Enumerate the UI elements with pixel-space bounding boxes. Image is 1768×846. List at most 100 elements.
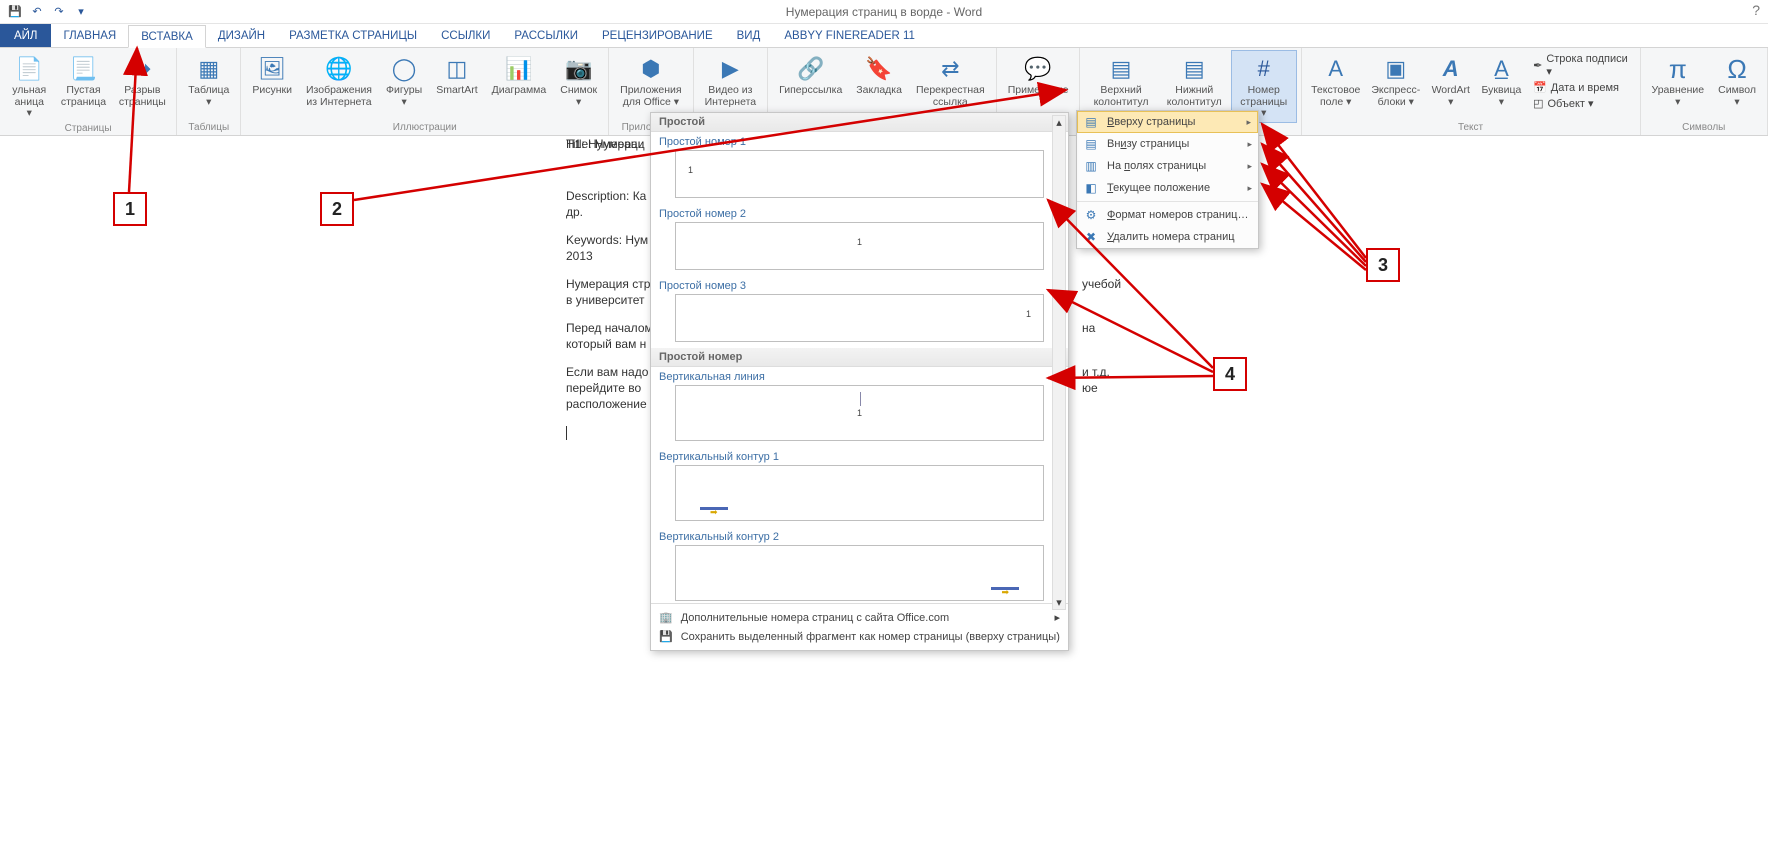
- page-top-icon: ▤: [1083, 114, 1099, 130]
- gallery-preview-2[interactable]: 1: [675, 222, 1044, 270]
- gallery-item-label: Вертикальный контур 1: [651, 447, 1068, 465]
- format-icon: ⚙: [1083, 207, 1099, 223]
- tab-mailings[interactable]: РАССЫЛКИ: [502, 24, 590, 47]
- online-pictures-button[interactable]: 🌐Изображения из Интернета: [299, 50, 379, 111]
- gallery-preview-vk2[interactable]: ➡: [675, 545, 1044, 601]
- menu-top-of-page[interactable]: ▤Вверху страницы▸: [1077, 111, 1258, 133]
- smartart-button[interactable]: ◫SmartArt: [429, 50, 484, 111]
- gallery-preview-vk1[interactable]: ➡: [675, 465, 1044, 521]
- chart-button[interactable]: 📊Диаграмма: [485, 50, 554, 111]
- doc-text: Нумерация стр: [566, 276, 650, 293]
- quickparts-button[interactable]: ▣Экспресс- блоки ▾: [1366, 50, 1426, 113]
- doc-text: расположение: [566, 396, 647, 413]
- gallery-header-simple2: Простой номер: [651, 348, 1068, 367]
- page-number-menu: ▤Вверху страницы▸ ▤Внизу страницы▸ ▥На п…: [1076, 110, 1259, 249]
- gallery-more-office[interactable]: 🏢Дополнительные номера страниц с сайта O…: [651, 608, 1068, 627]
- doc-text: Keywords: Нум: [566, 232, 648, 249]
- doc-text: Перед началом: [566, 320, 653, 337]
- tab-review[interactable]: РЕЦЕНЗИРОВАНИЕ: [590, 24, 725, 47]
- hyperlink-button[interactable]: 🔗Гиперссылка: [772, 50, 849, 111]
- pictures-button[interactable]: 🖼Рисунки: [245, 50, 299, 111]
- menu-page-margins[interactable]: ▥На полях страницы▸: [1077, 155, 1258, 177]
- group-pages: 📄ульная аница ▾ 📃Пустая страница ⬌Разрыв…: [0, 48, 177, 135]
- gallery-preview-3[interactable]: 1: [675, 294, 1044, 342]
- doc-text: Description: Ка: [566, 188, 646, 205]
- gallery-footer: 🏢Дополнительные номера страниц с сайта O…: [651, 603, 1068, 650]
- signature-line-button[interactable]: ✒Строка подписи ▾: [1529, 52, 1633, 79]
- group-label-pages: Страницы: [65, 123, 112, 136]
- doc-text: в университет: [566, 292, 644, 309]
- menu-format-numbers[interactable]: ⚙Формат номеров страниц…: [1077, 204, 1258, 226]
- gallery-scrollbar[interactable]: ▴▾: [1052, 115, 1066, 610]
- table-button[interactable]: ▦Таблица ▾: [181, 50, 236, 111]
- tab-insert[interactable]: ВСТАВКА: [128, 25, 206, 48]
- doc-text: на: [1082, 320, 1095, 337]
- doc-text: и т.д.: [1082, 364, 1110, 381]
- cover-page-button[interactable]: 📄ульная аница ▾: [4, 50, 55, 123]
- gallery-item-label: Простой номер 2: [651, 204, 1068, 222]
- help-icon[interactable]: ?: [1752, 2, 1760, 18]
- save-icon[interactable]: 💾: [4, 1, 26, 23]
- tab-file[interactable]: АЙЛ: [0, 24, 51, 47]
- group-label-symbols: Символы: [1682, 122, 1725, 135]
- symbol-button[interactable]: ΩСимвол ▾: [1711, 50, 1763, 111]
- online-video-button[interactable]: ▶Видео из Интернета: [698, 50, 764, 111]
- crossref-button[interactable]: ⇄Перекрестная ссылка: [909, 50, 992, 111]
- screenshot-button[interactable]: 📷Снимок ▾: [553, 50, 604, 111]
- redo-icon[interactable]: ↷: [48, 1, 70, 23]
- group-text: AТекстовое поле ▾ ▣Экспресс- блоки ▾ AWo…: [1302, 48, 1641, 135]
- textbox-button[interactable]: AТекстовое поле ▾: [1306, 50, 1366, 113]
- apps-button[interactable]: ⬢Приложения для Office ▾: [613, 50, 688, 111]
- ribbon-tabs: АЙЛ ГЛАВНАЯ ВСТАВКА ДИЗАЙН РАЗМЕТКА СТРА…: [0, 24, 1768, 48]
- doc-text: учебой: [1082, 276, 1121, 293]
- date-time-button[interactable]: 📅Дата и время: [1529, 80, 1633, 95]
- tab-design[interactable]: ДИЗАЙН: [206, 24, 277, 47]
- menu-bottom-of-page[interactable]: ▤Внизу страницы▸: [1077, 133, 1258, 155]
- gallery-header-simple: Простой: [651, 113, 1068, 132]
- customize-icon[interactable]: ▾: [70, 1, 92, 23]
- dropcap-button[interactable]: A̲Буквица ▾: [1476, 50, 1527, 113]
- cursor: [566, 426, 567, 440]
- gallery-save-selection: 💾Сохранить выделенный фрагмент как номер…: [651, 627, 1068, 646]
- office-icon: 🏢: [659, 611, 673, 624]
- group-illustrations: 🖼Рисунки 🌐Изображения из Интернета ◯Фигу…: [241, 48, 609, 135]
- page-margin-icon: ▥: [1083, 158, 1099, 174]
- gallery-preview-1[interactable]: 1: [675, 150, 1044, 198]
- tab-abbyy[interactable]: ABBYY FineReader 11: [772, 24, 927, 47]
- page-number-gallery: ▴▾ Простой Простой номер 1 1 Простой ном…: [650, 112, 1069, 651]
- callout-2: 2: [320, 192, 354, 226]
- gallery-preview-vline[interactable]: 1: [675, 385, 1044, 441]
- shapes-button[interactable]: ◯Фигуры ▾: [379, 50, 429, 111]
- remove-icon: ✖: [1083, 229, 1099, 245]
- gallery-item-label: Вертикальная линия: [651, 367, 1068, 385]
- doc-text: Title: Нумерац: [566, 136, 645, 153]
- group-tables: ▦Таблица ▾ Таблицы: [177, 48, 241, 135]
- blank-page-button[interactable]: 📃Пустая страница: [55, 50, 113, 123]
- current-pos-icon: ◧: [1083, 180, 1099, 196]
- doc-text: 2013: [566, 248, 593, 265]
- tab-view[interactable]: ВИД: [725, 24, 773, 47]
- page-break-button[interactable]: ⬌Разрыв страницы: [113, 50, 173, 123]
- tab-home[interactable]: ГЛАВНАЯ: [51, 24, 128, 47]
- bookmark-button[interactable]: 🔖Закладка: [849, 50, 909, 111]
- tab-layout[interactable]: РАЗМЕТКА СТРАНИЦЫ: [277, 24, 429, 47]
- doc-text: юе: [1082, 380, 1098, 397]
- equation-button[interactable]: πУравнение ▾: [1645, 50, 1712, 111]
- save-sel-icon: 💾: [659, 630, 673, 643]
- tab-references[interactable]: ССЫЛКИ: [429, 24, 502, 47]
- doc-text: перейдите во: [566, 380, 641, 397]
- group-label-illus: Иллюстрации: [393, 122, 457, 135]
- page-bottom-icon: ▤: [1083, 136, 1099, 152]
- group-symbols: πУравнение ▾ ΩСимвол ▾ Символы: [1641, 48, 1768, 135]
- gallery-item-label: Простой номер 3: [651, 276, 1068, 294]
- undo-icon[interactable]: ↶: [26, 1, 48, 23]
- menu-current-position[interactable]: ◧Текущее положение▸: [1077, 177, 1258, 199]
- comment-button[interactable]: 💬Примечание: [1001, 50, 1076, 100]
- callout-3: 3: [1366, 248, 1400, 282]
- menu-remove-numbers[interactable]: ✖Удалить номера страниц: [1077, 226, 1258, 248]
- menu-separator: [1077, 201, 1258, 202]
- callout-4: 4: [1213, 357, 1247, 391]
- object-button[interactable]: ◰Объект ▾: [1529, 96, 1633, 111]
- doc-text: др.: [566, 204, 583, 221]
- wordart-button[interactable]: AWordArt ▾: [1426, 50, 1476, 113]
